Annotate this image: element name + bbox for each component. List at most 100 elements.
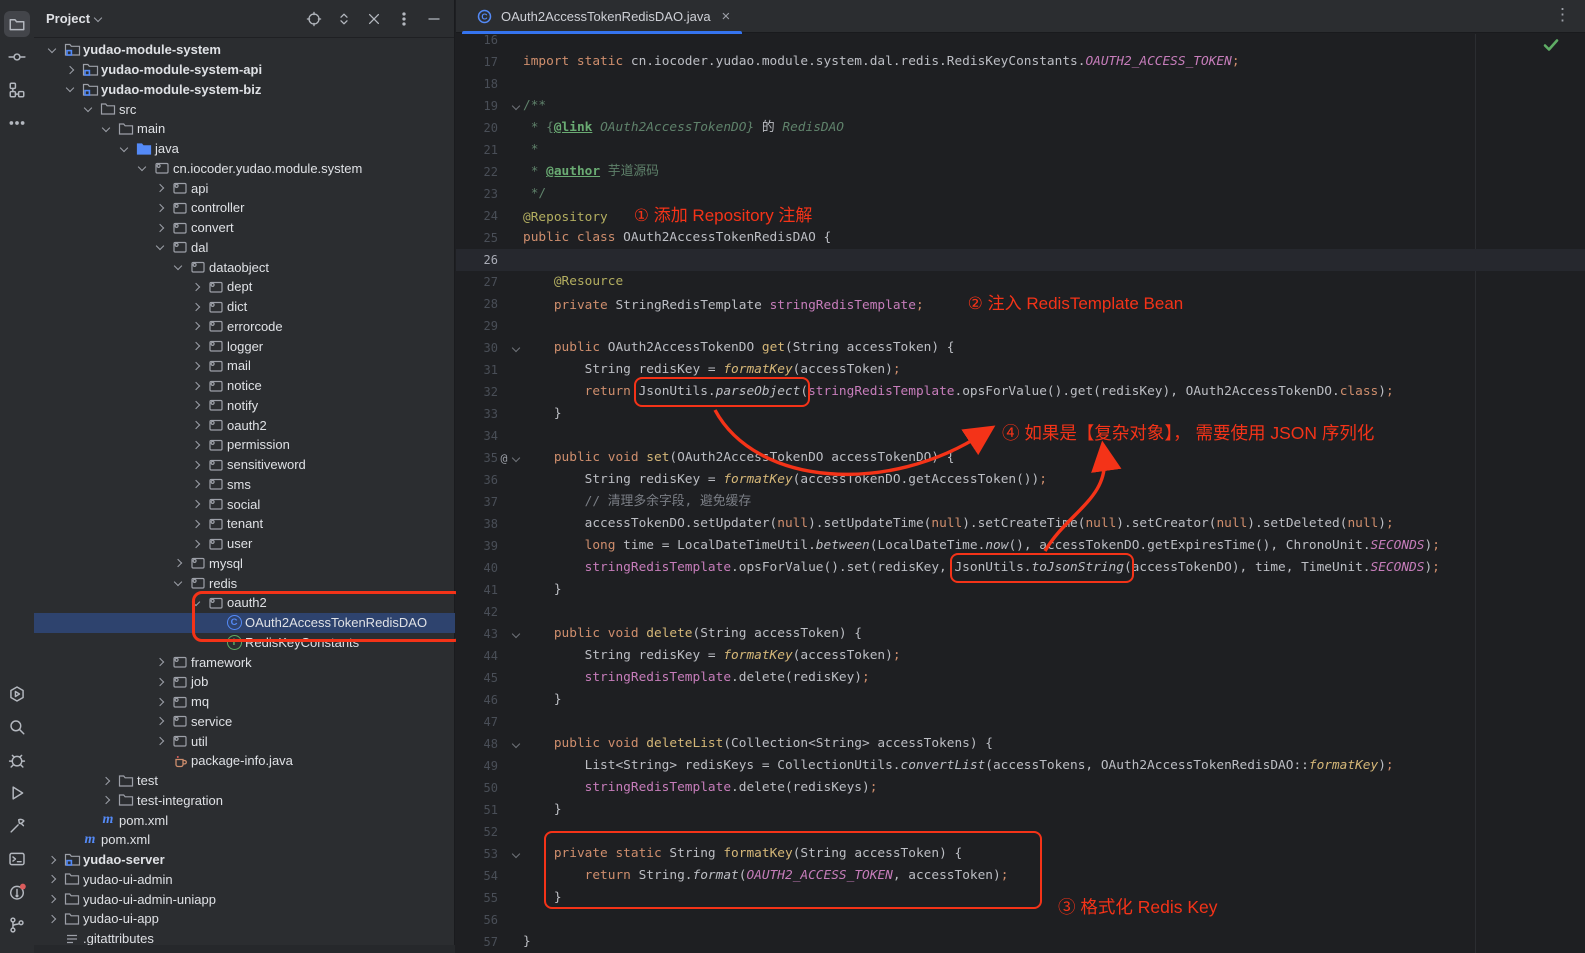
code-line-17[interactable]: 17import static cn.iocoder.yudao.module.… (456, 51, 1585, 73)
line-number[interactable]: 32 (456, 381, 498, 403)
debug-icon[interactable] (4, 747, 30, 773)
chevron-right-icon[interactable] (152, 693, 170, 711)
code-line-24[interactable]: 24@Repository① 添加 Repository 注解 (456, 205, 1585, 227)
chevron-right-icon[interactable] (170, 554, 188, 572)
line-number[interactable]: 19 (456, 95, 498, 117)
code-line-53[interactable]: 53 private static String formatKey(Strin… (456, 843, 1585, 865)
chevron-down-icon[interactable] (98, 120, 116, 138)
tree-item-notice[interactable]: notice (34, 376, 455, 396)
line-number[interactable]: 29 (456, 315, 498, 337)
code-line-16[interactable]: 16 (456, 34, 1585, 51)
code-line-27[interactable]: 27 @Resource (456, 271, 1585, 293)
code-line-18[interactable]: 18 (456, 73, 1585, 95)
code-line-41[interactable]: 41 } (456, 579, 1585, 601)
tree-item-mail[interactable]: mail (34, 356, 455, 376)
code-line-38[interactable]: 38 accessTokenDO.setUpdater(null).setUpd… (456, 513, 1585, 535)
chevron-right-icon[interactable] (188, 515, 206, 533)
code-line-21[interactable]: 21 * (456, 139, 1585, 161)
line-number[interactable]: 36 (456, 469, 498, 491)
chevron-down-icon[interactable] (152, 238, 170, 256)
line-number[interactable]: 30 (456, 337, 498, 359)
tree-item-errorcode[interactable]: errorcode (34, 317, 455, 337)
chevron-right-icon[interactable] (188, 535, 206, 553)
fold-chevron-icon[interactable] (510, 623, 523, 645)
chevron-right-icon[interactable] (152, 219, 170, 237)
code-line-37[interactable]: 37 // 清理多余字段, 避免缓存 (456, 491, 1585, 513)
tree-item-java[interactable]: java (34, 139, 455, 159)
tree-item-util[interactable]: util (34, 731, 455, 751)
tree-item-job[interactable]: job (34, 672, 455, 692)
code-line-35[interactable]: 35@ public void set(OAuth2AccessTokenDO … (456, 447, 1585, 469)
search-icon[interactable] (4, 714, 30, 740)
code-line-45[interactable]: 45 stringRedisTemplate.delete(redisKey); (456, 667, 1585, 689)
chevron-right-icon[interactable] (152, 732, 170, 750)
chevron-right-icon[interactable] (188, 456, 206, 474)
tree-item-framework[interactable]: framework (34, 652, 455, 672)
line-number[interactable]: 38 (456, 513, 498, 535)
chevron-down-icon[interactable] (170, 574, 188, 592)
chevron-down-icon[interactable] (80, 100, 98, 118)
chevron-right-icon[interactable] (152, 673, 170, 691)
code-line-31[interactable]: 31 String redisKey = formatKey(accessTok… (456, 359, 1585, 381)
code-line-30[interactable]: 30 public OAuth2AccessTokenDO get(String… (456, 337, 1585, 359)
code-line-51[interactable]: 51 } (456, 799, 1585, 821)
line-number[interactable]: 48 (456, 733, 498, 755)
tree-item-cn-iocoder-yudao-module-system[interactable]: cn.iocoder.yudao.module.system (34, 159, 455, 179)
line-number[interactable]: 57 (456, 931, 498, 953)
tree-item-sensitiveword[interactable]: sensitiveword (34, 455, 455, 475)
locate-icon[interactable] (306, 11, 322, 27)
tree-item-sms[interactable]: sms (34, 475, 455, 495)
chevron-right-icon[interactable] (44, 890, 62, 908)
tree-item-tenant[interactable]: tenant (34, 514, 455, 534)
line-number[interactable]: 28 (456, 293, 498, 315)
project-icon[interactable] (4, 11, 30, 37)
tree-item-dal[interactable]: dal (34, 238, 455, 258)
chevron-right-icon[interactable] (44, 910, 62, 928)
line-number[interactable]: 16 (456, 34, 498, 51)
code-line-43[interactable]: 43 public void delete(String accessToken… (456, 623, 1585, 645)
tree-item-social[interactable]: social (34, 494, 455, 514)
line-number[interactable]: 50 (456, 777, 498, 799)
editor-options-kebab-icon[interactable]: ⋮ (1554, 5, 1571, 25)
code-line-22[interactable]: 22 * @author 芋道源码 (456, 161, 1585, 183)
tree-item-oauth2[interactable]: oauth2 (34, 415, 455, 435)
tree-item-mysql[interactable]: mysql (34, 554, 455, 574)
tree-item-yudao-module-system-api[interactable]: yudao-module-system-api (34, 60, 455, 80)
line-number[interactable]: 37 (456, 491, 498, 513)
chevron-down-icon[interactable] (170, 258, 188, 276)
fold-chevron-icon[interactable] (510, 95, 523, 117)
line-number[interactable]: 49 (456, 755, 498, 777)
tree-item-pom-xml[interactable]: mpom.xml (34, 810, 455, 830)
line-number[interactable]: 45 (456, 667, 498, 689)
chevron-right-icon[interactable] (152, 199, 170, 217)
line-number[interactable]: 31 (456, 359, 498, 381)
code-line-32[interactable]: 32 return JsonUtils.parseObject(stringRe… (456, 381, 1585, 403)
tree-item-convert[interactable]: convert (34, 218, 455, 238)
tree-item-oauth2accesstokenredisdao[interactable]: COAuth2AccessTokenRedisDAO (34, 613, 455, 633)
chevron-right-icon[interactable] (98, 772, 116, 790)
tree-item-rediskeyconstants[interactable]: IRedisKeyConstants (34, 633, 455, 653)
code-line-56[interactable]: 56 (456, 909, 1585, 931)
line-number[interactable]: 40 (456, 557, 498, 579)
chevron-right-icon[interactable] (188, 436, 206, 454)
line-number[interactable]: 47 (456, 711, 498, 733)
line-number[interactable]: 52 (456, 821, 498, 843)
line-number[interactable]: 34 (456, 425, 498, 447)
chevron-right-icon[interactable] (188, 416, 206, 434)
fold-chevron-icon[interactable] (510, 337, 523, 359)
tree-item-mq[interactable]: mq (34, 692, 455, 712)
line-number[interactable]: 54 (456, 865, 498, 887)
tree-item-dataobject[interactable]: dataobject (34, 257, 455, 277)
chevron-right-icon[interactable] (188, 298, 206, 316)
chevron-down-icon[interactable] (44, 41, 62, 59)
line-number[interactable]: 17 (456, 51, 498, 73)
chevron-right-icon[interactable] (44, 851, 62, 869)
code-line-26[interactable]: 26 (456, 249, 1585, 271)
hide-icon[interactable] (426, 11, 442, 27)
code-line-47[interactable]: 47 (456, 711, 1585, 733)
code-line-55[interactable]: 55 } (456, 887, 1585, 909)
tree-item-oauth2[interactable]: oauth2 (34, 593, 455, 613)
chevron-right-icon[interactable] (188, 337, 206, 355)
tree-item-permission[interactable]: permission (34, 435, 455, 455)
chevron-right-icon[interactable] (62, 61, 80, 79)
